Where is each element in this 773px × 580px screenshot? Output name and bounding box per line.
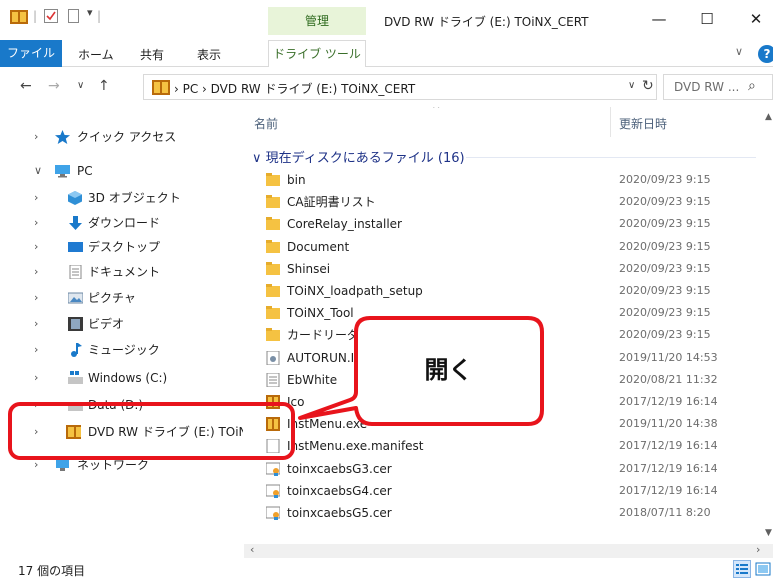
callout-bubble [298, 316, 544, 426]
callout-text: 開く [424, 356, 473, 384]
